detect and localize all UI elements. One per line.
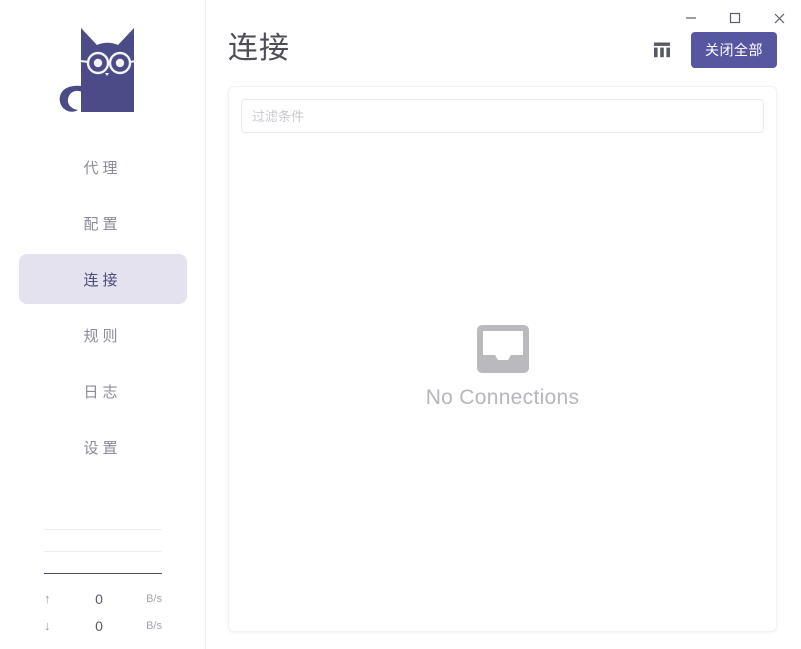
cat-logo-icon bbox=[48, 16, 158, 122]
empty-state-label: No Connections bbox=[426, 386, 580, 410]
sidebar-item-label: 连接 bbox=[83, 269, 121, 290]
app-window: 代理 配置 连接 规则 日志 设置 ↑ 0 bbox=[0, 0, 801, 649]
app-logo bbox=[43, 14, 163, 124]
sidebar-item-label: 代理 bbox=[83, 157, 121, 178]
close-button[interactable] bbox=[757, 0, 801, 36]
upload-unit: B/s bbox=[128, 593, 162, 605]
download-stat-row: ↓ 0 B/s bbox=[44, 612, 162, 639]
maximize-icon bbox=[729, 12, 741, 24]
minimize-button[interactable] bbox=[669, 0, 713, 36]
upload-arrow-icon: ↑ bbox=[44, 591, 70, 606]
download-arrow-icon: ↓ bbox=[44, 618, 70, 633]
close-icon bbox=[773, 12, 786, 25]
empty-state: No Connections bbox=[241, 115, 764, 619]
columns-settings-button[interactable] bbox=[649, 37, 675, 63]
stats-divider-top bbox=[44, 529, 162, 530]
sidebar-item-label: 日志 bbox=[83, 381, 121, 402]
main-area: 连接 关闭全部 No bbox=[206, 0, 801, 649]
window-controls bbox=[669, 0, 801, 36]
traffic-stats: ↑ 0 B/s ↓ 0 B/s bbox=[44, 529, 162, 640]
page-title: 连接 bbox=[228, 34, 290, 64]
sidebar-item-connections[interactable]: 连接 bbox=[19, 254, 187, 304]
minimize-icon bbox=[685, 12, 697, 24]
sidebar-item-rules[interactable]: 规则 bbox=[19, 310, 187, 360]
table-columns-icon bbox=[653, 41, 671, 59]
sidebar-item-logs[interactable]: 日志 bbox=[19, 366, 187, 416]
maximize-button[interactable] bbox=[713, 0, 757, 36]
stats-divider-middle bbox=[44, 551, 162, 552]
sidebar-nav: 代理 配置 连接 规则 日志 设置 bbox=[0, 142, 205, 478]
sidebar-item-proxy[interactable]: 代理 bbox=[19, 142, 187, 192]
upload-value: 0 bbox=[70, 591, 128, 607]
stats-divider-baseline bbox=[44, 573, 162, 575]
connections-panel: No Connections bbox=[228, 86, 777, 632]
close-all-button[interactable]: 关闭全部 bbox=[691, 32, 777, 68]
inbox-icon bbox=[476, 324, 530, 374]
sidebar-item-label: 设置 bbox=[83, 437, 121, 458]
sidebar-item-settings[interactable]: 设置 bbox=[19, 422, 187, 472]
sidebar-item-profiles[interactable]: 配置 bbox=[19, 198, 187, 248]
sidebar-item-label: 配置 bbox=[83, 213, 121, 234]
download-value: 0 bbox=[70, 618, 128, 634]
sidebar: 代理 配置 连接 规则 日志 设置 ↑ 0 bbox=[0, 0, 206, 649]
upload-stat-row: ↑ 0 B/s bbox=[44, 585, 162, 612]
topbar-actions: 关闭全部 bbox=[649, 32, 777, 68]
sidebar-item-label: 规则 bbox=[83, 325, 121, 346]
download-unit: B/s bbox=[128, 620, 162, 632]
